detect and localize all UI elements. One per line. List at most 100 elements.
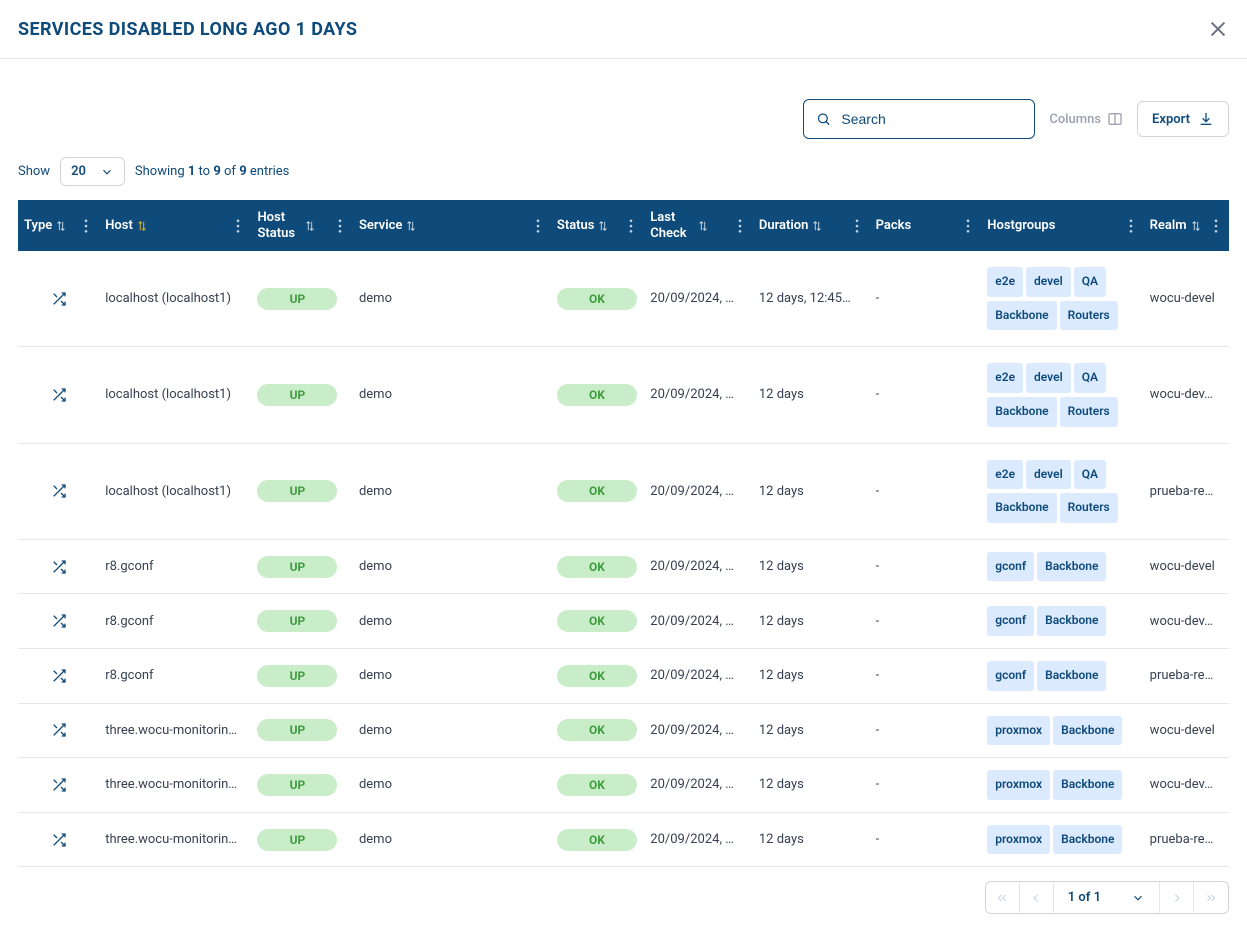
column-menu-icon[interactable] xyxy=(1126,219,1136,233)
hostgroup-tag[interactable]: Backbone xyxy=(987,493,1056,523)
search-box[interactable] xyxy=(803,99,1035,139)
cell-status: OK xyxy=(551,812,644,867)
cell-host: r8.gconf xyxy=(99,648,251,703)
hostgroup-tag[interactable]: proxmox xyxy=(987,716,1050,746)
col-service[interactable]: Service xyxy=(353,200,551,251)
table-row[interactable]: localhost (localhost1)UPdemoOK20/09/2024… xyxy=(18,251,1229,347)
cell-status: OK xyxy=(551,758,644,813)
hostgroup-tag[interactable]: Backbone xyxy=(1053,825,1122,855)
first-page-button[interactable] xyxy=(986,882,1020,913)
hostgroup-tag[interactable]: e2e xyxy=(987,363,1023,393)
column-menu-icon[interactable] xyxy=(852,219,862,233)
hostgroup-tag[interactable]: Backbone xyxy=(1037,606,1106,636)
next-page-button[interactable] xyxy=(1160,882,1194,913)
column-menu-icon[interactable] xyxy=(1211,219,1221,233)
page-size-select[interactable]: 20 xyxy=(60,157,125,186)
cell-duration: 12 days xyxy=(753,703,870,758)
col-hostgroups[interactable]: Hostgroups xyxy=(981,200,1143,251)
cell-host-status: UP xyxy=(251,758,353,813)
search-input[interactable] xyxy=(831,111,1022,127)
page-indicator[interactable]: 1 of 1 xyxy=(1054,882,1160,913)
cell-packs: - xyxy=(870,758,982,813)
column-menu-icon[interactable] xyxy=(335,219,345,233)
col-host-status[interactable]: Host Status xyxy=(251,200,353,251)
table-row[interactable]: three.wocu-monitorin…UPdemoOK20/09/2024,… xyxy=(18,812,1229,867)
status-badge: UP xyxy=(257,829,337,851)
cell-packs: - xyxy=(870,251,982,347)
col-status[interactable]: Status xyxy=(551,200,644,251)
status-badge: UP xyxy=(257,665,337,687)
shuffle-icon xyxy=(24,668,93,684)
column-menu-icon[interactable] xyxy=(735,219,745,233)
hostgroup-tag[interactable]: Backbone xyxy=(1053,716,1122,746)
cell-packs: - xyxy=(870,812,982,867)
prev-page-button[interactable] xyxy=(1020,882,1054,913)
hostgroup-tag[interactable]: Routers xyxy=(1060,397,1118,427)
hostgroup-tag[interactable]: QA xyxy=(1074,460,1106,490)
cell-last-check: 20/09/2024, … xyxy=(644,443,753,539)
hostgroup-tag[interactable]: gconf xyxy=(987,552,1034,582)
cell-service: demo xyxy=(353,251,551,347)
table-row[interactable]: localhost (localhost1)UPdemoOK20/09/2024… xyxy=(18,443,1229,539)
cell-packs: - xyxy=(870,594,982,649)
sort-icon xyxy=(56,220,66,232)
hostgroup-tag[interactable]: gconf xyxy=(987,661,1034,691)
col-packs[interactable]: Packs xyxy=(870,200,982,251)
col-last-check[interactable]: Last Check xyxy=(644,200,753,251)
col-host[interactable]: Host xyxy=(99,200,251,251)
column-menu-icon[interactable] xyxy=(233,219,243,233)
cell-realm: wocu-devel xyxy=(1144,703,1229,758)
cell-realm: wocu-dev… xyxy=(1144,594,1229,649)
column-menu-icon[interactable] xyxy=(626,219,636,233)
column-menu-icon[interactable] xyxy=(533,219,543,233)
table-row[interactable]: r8.gconfUPdemoOK20/09/2024, …12 days-gco… xyxy=(18,539,1229,594)
cell-realm: wocu-devel xyxy=(1144,251,1229,347)
hostgroup-tag[interactable]: e2e xyxy=(987,267,1023,297)
last-page-button[interactable] xyxy=(1194,882,1228,913)
table-row[interactable]: r8.gconfUPdemoOK20/09/2024, …12 days-gco… xyxy=(18,594,1229,649)
cell-status: OK xyxy=(551,648,644,703)
hostgroup-tag[interactable]: QA xyxy=(1074,267,1106,297)
cell-duration: 12 days xyxy=(753,648,870,703)
sort-icon xyxy=(812,220,822,232)
column-menu-icon[interactable] xyxy=(81,219,91,233)
hostgroup-tag[interactable]: proxmox xyxy=(987,825,1050,855)
hostgroup-tag[interactable]: QA xyxy=(1074,363,1106,393)
hostgroup-tag[interactable]: devel xyxy=(1026,363,1071,393)
hostgroup-tag[interactable]: devel xyxy=(1026,460,1071,490)
cell-last-check: 20/09/2024, … xyxy=(644,758,753,813)
cell-hostgroups: proxmoxBackbone xyxy=(981,703,1143,758)
table-row[interactable]: three.wocu-monitorin…UPdemoOK20/09/2024,… xyxy=(18,703,1229,758)
column-menu-icon[interactable] xyxy=(963,219,973,233)
chevrons-left-icon xyxy=(995,891,1009,905)
hostgroup-tag[interactable]: Routers xyxy=(1060,493,1118,523)
col-duration[interactable]: Duration xyxy=(753,200,870,251)
hostgroup-tag[interactable]: devel xyxy=(1026,267,1071,297)
hostgroup-tag[interactable]: Backbone xyxy=(1053,770,1122,800)
hostgroup-tag[interactable]: Routers xyxy=(1060,301,1118,331)
cell-service: demo xyxy=(353,594,551,649)
columns-button[interactable]: Columns xyxy=(1049,111,1123,127)
hostgroup-tag[interactable]: Backbone xyxy=(987,301,1056,331)
hostgroup-tag[interactable]: Backbone xyxy=(1037,552,1106,582)
cell-host-status: UP xyxy=(251,703,353,758)
close-icon[interactable] xyxy=(1207,18,1229,40)
status-badge: UP xyxy=(257,384,337,406)
cell-packs: - xyxy=(870,347,982,443)
col-type[interactable]: Type xyxy=(18,200,99,251)
cell-duration: 12 days xyxy=(753,347,870,443)
table-row[interactable]: localhost (localhost1)UPdemoOK20/09/2024… xyxy=(18,347,1229,443)
hostgroup-tag[interactable]: Backbone xyxy=(1037,661,1106,691)
cell-realm: prueba-re… xyxy=(1144,812,1229,867)
table-row[interactable]: three.wocu-monitorin…UPdemoOK20/09/2024,… xyxy=(18,758,1229,813)
shuffle-icon xyxy=(24,777,93,793)
export-button[interactable]: Export xyxy=(1137,101,1229,137)
hostgroup-tag[interactable]: e2e xyxy=(987,460,1023,490)
col-realm[interactable]: Realm xyxy=(1144,200,1229,251)
hostgroup-tag[interactable]: proxmox xyxy=(987,770,1050,800)
hostgroup-tag[interactable]: gconf xyxy=(987,606,1034,636)
status-badge: OK xyxy=(557,719,637,741)
table-row[interactable]: r8.gconfUPdemoOK20/09/2024, …12 days-gco… xyxy=(18,648,1229,703)
status-badge: OK xyxy=(557,384,637,406)
hostgroup-tag[interactable]: Backbone xyxy=(987,397,1056,427)
